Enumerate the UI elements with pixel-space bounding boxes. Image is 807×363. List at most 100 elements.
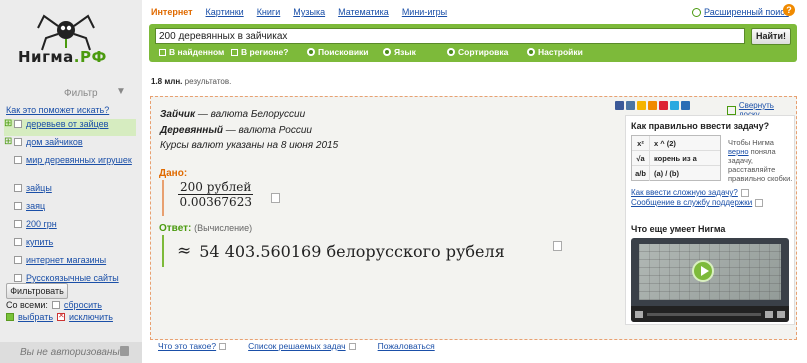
expand-plus-icon[interactable]: ⊞	[4, 119, 13, 129]
filter-item[interactable]: заяц	[4, 201, 136, 218]
play-control-icon[interactable]	[635, 310, 643, 318]
radio-icon	[307, 48, 315, 56]
filter-item-label[interactable]: интернет магазины	[26, 255, 106, 265]
opt-language[interactable]: Язык	[383, 47, 447, 57]
fullscreen-icon[interactable]	[777, 310, 785, 318]
task-list-link[interactable]: Список решаемых задач	[248, 341, 356, 351]
filter-checkbox[interactable]	[14, 184, 22, 192]
filter-checkbox[interactable]	[14, 220, 22, 228]
filter-item[interactable]: зайцы	[4, 183, 136, 200]
reset-link[interactable]: сбросить	[64, 300, 102, 310]
select-exclude-row: выбрать исключить	[6, 311, 113, 322]
filter-item[interactable]: 200 грн	[4, 219, 136, 236]
filter-button[interactable]: Фильтровать	[6, 283, 68, 299]
play-icon[interactable]	[692, 260, 714, 282]
filter-checkbox[interactable]	[14, 120, 22, 128]
link-icon	[740, 188, 749, 197]
filter-item[interactable]: ⊞ дом зайчиков	[4, 137, 136, 154]
opt-in-found[interactable]: В найденном	[159, 47, 231, 57]
search-input[interactable]	[155, 28, 745, 44]
video-player[interactable]	[631, 238, 789, 322]
with-all-label: Со всеми:	[6, 300, 48, 310]
video-controls	[631, 306, 789, 322]
filter-checkbox[interactable]	[14, 238, 22, 246]
filter-item[interactable]: мир деревянных игрушек	[4, 155, 136, 182]
collapse-icon	[727, 105, 736, 115]
filter-list: ⊞ деревьев от зайцев ⊞ дом зайчиков мир …	[4, 119, 136, 291]
filter-item[interactable]: купить	[4, 237, 136, 254]
video-progress[interactable]	[647, 312, 761, 316]
copy-answer-icon[interactable]	[553, 241, 562, 251]
filter-item-label[interactable]: Русскоязычные сайты	[26, 273, 119, 283]
sidebar: Нигма.РФ Фильтр ▼ Как это поможет искать…	[0, 0, 142, 363]
yandex-icon[interactable]	[659, 101, 668, 110]
filter-item-label[interactable]: зайцы	[26, 183, 52, 193]
filter-item-label[interactable]: дом зайчиков	[26, 137, 83, 147]
complain-link[interactable]: Пожаловаться	[378, 341, 435, 351]
link-icon	[755, 198, 764, 207]
checkbox-icon[interactable]	[231, 48, 238, 56]
twitter-icon[interactable]	[670, 101, 679, 110]
checkbox-icon[interactable]	[159, 48, 166, 56]
filter-checkbox[interactable]	[14, 202, 22, 210]
results-count: 1.8 млн. результатов.	[151, 77, 232, 86]
nav-internet[interactable]: Интернет	[151, 7, 193, 17]
livejournal-icon[interactable]	[681, 101, 690, 110]
filter-item-label[interactable]: 200 грн	[26, 219, 57, 229]
exclude-all-checkbox[interactable]	[57, 311, 66, 321]
filter-item-label[interactable]: купить	[26, 237, 53, 247]
opt-settings[interactable]: Настройки	[527, 47, 603, 57]
filter-item-label[interactable]: мир деревянных игрушек	[26, 155, 132, 165]
moimir-icon[interactable]	[637, 101, 646, 110]
opt-in-region[interactable]: В регионе?	[231, 47, 307, 57]
search-bar: Найти! В найденном В регионе? Поисковики…	[149, 24, 797, 62]
expand-plus-icon[interactable]: ⊞	[4, 137, 13, 147]
copy-icon[interactable]	[271, 193, 280, 203]
hint-row: √a корень из а	[632, 151, 720, 166]
filter-help-link[interactable]: Как это поможет искать?	[6, 105, 109, 115]
select-all-checkbox[interactable]	[6, 313, 14, 321]
filter-checkbox[interactable]	[14, 256, 22, 264]
select-all-link[interactable]: выбрать	[18, 312, 53, 322]
filter-item[interactable]: ⊞ деревьев от зайцев	[4, 119, 136, 136]
filter-item-label[interactable]: деревьев от зайцев	[26, 119, 108, 129]
nav-images[interactable]: Картинки	[206, 7, 244, 17]
approx-sign: ≈	[177, 241, 192, 261]
nav-math[interactable]: Математика	[338, 7, 389, 17]
filter-item[interactable]: интернет магазины	[4, 255, 136, 272]
facebook-icon[interactable]	[615, 101, 624, 110]
odnoklassniki-icon[interactable]	[648, 101, 657, 110]
help-question-icon[interactable]: ?	[783, 4, 795, 16]
top-nav: Интернет Картинки Книги Музыка Математик…	[151, 7, 447, 17]
opt-sort[interactable]: Сортировка	[447, 47, 527, 57]
advanced-search-link[interactable]: Расширенный поиск	[704, 7, 789, 17]
filter-checkbox[interactable]	[14, 138, 22, 146]
reset-checkbox[interactable]	[51, 301, 60, 309]
given-expression: 200 рублей 0.00367623	[162, 180, 254, 216]
nav-books[interactable]: Книги	[257, 7, 281, 17]
syntax-hints: x² x ^ (2) √a корень из а a/b (a) / (b)	[631, 135, 721, 181]
filter-checkbox[interactable]	[14, 156, 22, 164]
exclude-all-link[interactable]: исключить	[69, 312, 113, 322]
nav-minigames[interactable]: Мини-игры	[402, 7, 447, 17]
filter-item-label[interactable]: заяц	[26, 201, 45, 211]
advanced-search[interactable]: Расширенный поиск	[692, 7, 789, 17]
what-is-this-link[interactable]: Что это такое?	[158, 341, 227, 351]
opt-engines[interactable]: Поисковики	[307, 47, 383, 57]
support-link[interactable]: Сообщение в службу поддержки	[631, 198, 764, 207]
logo-text[interactable]: Нигма.РФ	[18, 48, 107, 66]
answer-value: 54 403.560169 белорусского рубеля	[199, 241, 505, 261]
numerator: 200 рублей	[178, 180, 254, 195]
search-button[interactable]: Найти!	[751, 28, 791, 45]
definition-1: Зайчик — валюта Белоруссии	[160, 109, 306, 120]
calculation-card: Свернуть доску Зайчик — валюта Белорусси…	[150, 96, 797, 340]
given-label: Дано:	[159, 168, 188, 179]
complex-task-link[interactable]: Как ввести сложную задачу?	[631, 188, 749, 197]
rates-note: Курсы валют указаны на 8 июня 2015	[160, 140, 339, 151]
vkontakte-icon[interactable]	[626, 101, 635, 110]
radio-icon	[447, 48, 455, 56]
volume-icon[interactable]	[765, 310, 773, 318]
filter-checkbox[interactable]	[14, 274, 22, 282]
lock-icon[interactable]	[120, 346, 129, 356]
nav-music[interactable]: Музыка	[293, 7, 325, 17]
